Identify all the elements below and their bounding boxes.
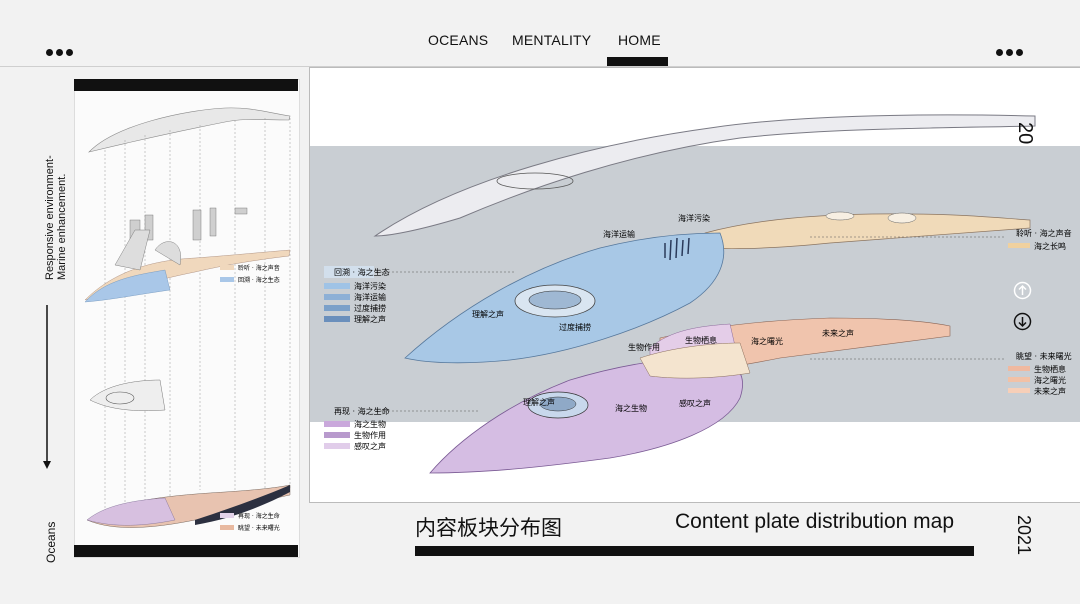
- legend-ecology-item: 海洋污染: [354, 281, 386, 291]
- label-future-voice: 未来之声: [822, 328, 854, 338]
- legend-future-item: 海之曙光: [1034, 375, 1066, 385]
- legend-future-item: 生物栖息: [1034, 364, 1066, 374]
- page-number: 20: [1014, 122, 1036, 145]
- label-sea-life: 海之生物: [615, 403, 647, 413]
- left-legend-sound: 聆听 · 海之声音: [238, 264, 280, 272]
- left-panel-bottom-bar: [74, 545, 298, 557]
- nav-mentality[interactable]: MENTALITY: [512, 32, 591, 48]
- content-distribution-diagram: 回溯 · 海之生态 海洋污染 海洋运输 过度捕捞 理解之声 再现 · 海之生命 …: [310, 114, 1080, 474]
- legend-life-item: 感叹之声: [354, 441, 386, 451]
- arrow-down-icon: [43, 305, 51, 469]
- nav-home[interactable]: HOME: [618, 32, 661, 48]
- more-dots-icon[interactable]: [46, 38, 76, 60]
- label-feel-voice: 感叹之声: [679, 398, 711, 408]
- year-label: 2021: [1014, 515, 1034, 556]
- side-vertical-title: Responsive environment-Marine enhancemen…: [44, 155, 68, 280]
- label-overfishing: 过度捕捞: [559, 322, 591, 332]
- label-understand-voice-2: 理解之声: [523, 397, 555, 407]
- nav-oceans[interactable]: OCEANS: [428, 32, 488, 48]
- legend-future-title: 眺望 · 未来曙光: [1016, 351, 1072, 361]
- legend-ecology-item: 理解之声: [354, 314, 386, 324]
- left-legend-future: 眺望 · 未来曙光: [238, 524, 280, 532]
- label-ocean-transport: 海洋运输: [603, 229, 635, 239]
- label-bio-function: 生物作用: [628, 342, 660, 352]
- legend-life-item: 生物作用: [354, 430, 386, 440]
- legend-ecology-item: 海洋运输: [354, 292, 386, 302]
- label-understand-voice: 理解之声: [472, 309, 504, 319]
- left-legend-life: 再现 · 海之生命: [238, 512, 280, 520]
- left-overview-panel: 聆听 · 海之声音 回溯 · 海之生态 再现 · 海之生命 眺望 · 未来曙光: [74, 79, 300, 558]
- legend-life-title: 再现 · 海之生命: [334, 406, 390, 416]
- left-legend-ecology: 回溯 · 海之生态: [238, 276, 280, 284]
- legend-ecology-item: 过度捕捞: [354, 303, 386, 313]
- legend-future-item: 未来之声: [1034, 386, 1066, 396]
- exploded-model-illustration: 聆听 · 海之声音 回溯 · 海之生态 再现 · 海之生命 眺望 · 未来曙光: [84, 107, 291, 532]
- legend-sound-title: 聆听 · 海之声音: [1016, 228, 1072, 238]
- label-sea-dawn: 海之曙光: [751, 336, 783, 346]
- more-dots-icon[interactable]: [996, 38, 1026, 60]
- side-vertical-oceans: Oceans: [44, 521, 58, 563]
- legend-ecology-title: 回溯 · 海之生态: [334, 267, 390, 277]
- arrow-down-circle-icon[interactable]: [1013, 312, 1032, 331]
- title-cn: 内容板块分布图: [415, 516, 562, 540]
- left-panel-top-bar: [74, 79, 298, 91]
- legend-sound-item: 海之长鸣: [1034, 241, 1066, 251]
- legend-life-item: 海之生物: [354, 419, 386, 429]
- main-diagram-panel: 回溯 · 海之生态 海洋污染 海洋运输 过度捕捞 理解之声 再现 · 海之生命 …: [309, 67, 1080, 503]
- label-ocean-pollution: 海洋污染: [678, 213, 710, 223]
- bottom-bar: [415, 546, 974, 556]
- label-bio-habitat: 生物栖息: [685, 335, 717, 345]
- title-en: Content plate distribution map: [675, 510, 954, 533]
- nav-active-indicator: [607, 57, 668, 66]
- arrow-up-circle-icon[interactable]: [1013, 281, 1032, 300]
